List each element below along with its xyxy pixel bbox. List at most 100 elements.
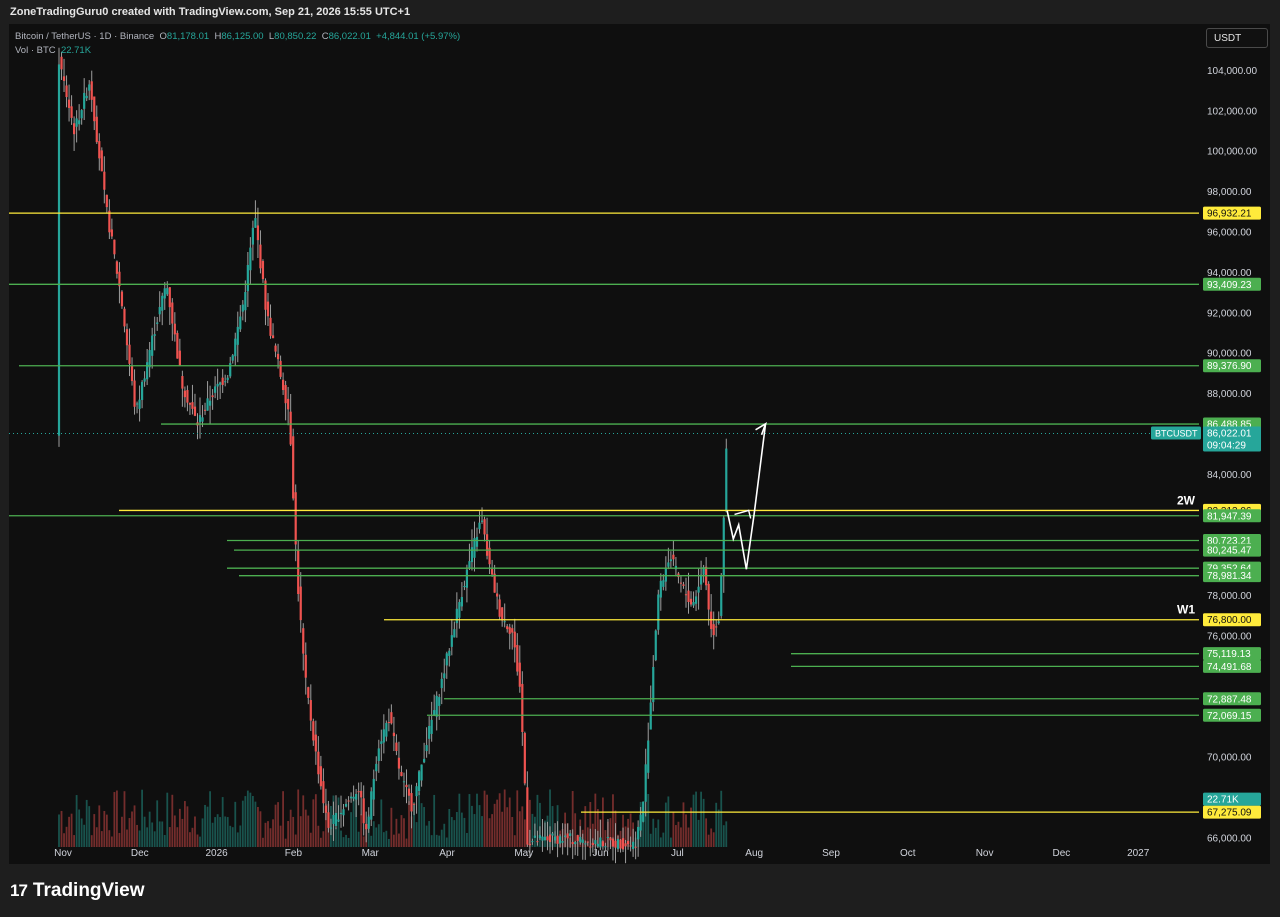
candle-body xyxy=(123,308,126,327)
volume-bar xyxy=(649,833,652,847)
level-price-label: 80,245.47 xyxy=(1207,546,1252,557)
volume-bar xyxy=(398,833,400,847)
candle-body xyxy=(186,390,189,403)
candle-body xyxy=(450,635,453,647)
chart-panel[interactable]: 104,000.00 102,000.00 100,000.00 98,000.00 9… xyxy=(9,24,1270,864)
volume-bar xyxy=(503,789,506,847)
candle-body xyxy=(692,602,695,606)
candle-body xyxy=(302,628,305,654)
volume-bar xyxy=(173,815,176,847)
candle-body xyxy=(679,582,683,584)
candle-body xyxy=(226,377,229,381)
volume-bar xyxy=(83,824,86,847)
candle-body xyxy=(629,845,632,847)
volume-bar xyxy=(95,827,98,847)
open-value: 81,178.01 xyxy=(166,31,210,42)
tradingview-logo[interactable]: 17 TradingView xyxy=(10,880,145,902)
volume-bar xyxy=(314,794,317,847)
volume-bar xyxy=(204,804,206,847)
credit-text: ZoneTradingGuru0 created with TradingVie… xyxy=(10,6,411,18)
volume-bar xyxy=(116,790,118,847)
volume-bar xyxy=(284,838,287,847)
countdown-label: 09:04:29 xyxy=(1207,440,1246,451)
candle-body xyxy=(689,598,693,605)
volume-bar xyxy=(705,818,708,847)
candle-body xyxy=(596,843,599,847)
volume-bar xyxy=(269,828,272,847)
x-tick-label: May xyxy=(514,848,533,859)
candle-body xyxy=(120,291,124,307)
candle-body xyxy=(483,519,486,535)
volume-bar xyxy=(700,791,702,847)
volume-bar xyxy=(458,793,461,847)
candle-body xyxy=(357,791,360,793)
candle-body xyxy=(654,630,657,661)
candle-body xyxy=(171,302,174,324)
candle-body xyxy=(423,758,426,763)
candle-body xyxy=(611,838,615,847)
volume-bar xyxy=(707,834,710,847)
candle-body xyxy=(453,629,456,638)
candle-body xyxy=(362,798,365,824)
candle-body xyxy=(697,586,700,593)
volume-tag-label: 22.71K xyxy=(1207,795,1239,806)
candle-body xyxy=(309,700,312,721)
candle-body xyxy=(491,569,494,575)
candle-body xyxy=(443,673,446,679)
volume-bar xyxy=(254,801,257,847)
candle-body xyxy=(352,796,355,799)
candle-body xyxy=(312,721,315,741)
candle-body xyxy=(153,334,156,336)
candle-body xyxy=(397,757,401,769)
volume-bar xyxy=(75,795,78,847)
volume-bar xyxy=(153,831,156,847)
volume-bar xyxy=(690,807,692,847)
volume-bar xyxy=(478,805,481,847)
volume-bar xyxy=(78,809,81,847)
candle-body xyxy=(375,763,378,772)
candle-body xyxy=(158,306,161,315)
candle-body xyxy=(634,846,637,848)
candle-body xyxy=(561,841,564,843)
candle-body xyxy=(377,748,380,761)
candle-body xyxy=(334,812,338,826)
volume-bar xyxy=(340,830,342,847)
volume-bar xyxy=(440,829,443,847)
candle-body xyxy=(166,288,169,295)
candle-body xyxy=(161,295,164,311)
volume-bar xyxy=(506,807,509,847)
candle-body xyxy=(65,85,68,98)
volume-bar xyxy=(675,825,677,847)
volume-bar xyxy=(523,819,526,847)
volume-bar xyxy=(372,821,375,847)
y-tick-label: 76,000.00 xyxy=(1207,631,1252,642)
level-price-label: 81,947.39 xyxy=(1207,511,1252,522)
x-tick-label: Jul xyxy=(671,848,684,859)
volume-bar xyxy=(161,821,164,847)
level-price-label: 78,981.34 xyxy=(1207,571,1252,582)
candle-body xyxy=(579,836,582,843)
volume-bar xyxy=(433,794,436,847)
candle-body xyxy=(246,264,249,292)
candle-body xyxy=(108,210,111,233)
candle-body xyxy=(337,819,340,822)
candle-body xyxy=(372,778,375,800)
volume-bar xyxy=(216,814,219,847)
volume-bar xyxy=(282,791,285,847)
volume-bar xyxy=(186,806,189,847)
price-chart[interactable]: 104,000.00 102,000.00 100,000.00 98,000.00 9… xyxy=(9,24,1270,864)
volume-bar xyxy=(476,793,478,847)
volume-bar xyxy=(184,801,186,847)
volume-bar xyxy=(289,809,292,847)
last-price-label: 86,022.01 xyxy=(1207,428,1252,439)
candle-body xyxy=(193,406,197,416)
candle-body xyxy=(297,550,300,595)
currency-button[interactable]: USDT xyxy=(1206,28,1268,48)
level-price-label: 76,800.00 xyxy=(1207,615,1252,626)
volume-bar xyxy=(85,799,88,847)
candle-body xyxy=(148,350,151,368)
volume-bar xyxy=(387,838,390,847)
candle-body xyxy=(219,382,222,385)
candle-body xyxy=(60,56,63,70)
volume-bar xyxy=(463,817,466,847)
